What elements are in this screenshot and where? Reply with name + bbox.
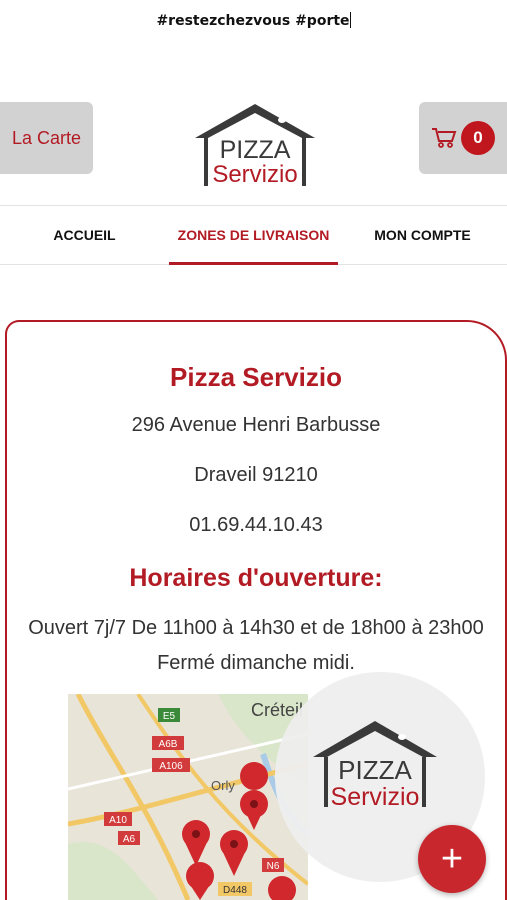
road-label-d448: D448 (223, 885, 247, 896)
restaurant-phone[interactable]: 01.69.44.10.43 (7, 514, 505, 537)
logo-text-top: PIZZA (220, 136, 291, 164)
tab-zones-de-livraison-label: ZONES DE LIVRAISON (177, 227, 330, 243)
plus-icon: + (440, 837, 464, 880)
pizza-servizio-overlay-logo: PIZZA Servizio (313, 721, 437, 811)
restaurant-address: 296 Avenue Henri Barbusse (131, 414, 381, 436)
road-label-a106: A106 (159, 761, 183, 772)
tab-accueil-label: ACCUEIL (53, 227, 116, 243)
overlay-logo-text-top: PIZZA (338, 755, 412, 785)
header: La Carte PIZZA Servizio 0 (0, 100, 507, 192)
menu-button-label: La Carte (11, 127, 82, 148)
restaurant-city: Draveil 91210 (194, 464, 318, 486)
road-label-a6: A6 (123, 834, 136, 845)
main-nav: ACCUEIL ZONES DE LIVRAISON MON COMPTE (0, 205, 507, 265)
pizza-servizio-logo[interactable]: PIZZA Servizio (190, 100, 320, 190)
add-button[interactable]: + (418, 825, 486, 893)
hours-title: Horaires d'ouverture: (129, 564, 383, 592)
tab-mon-compte[interactable]: MON COMPTE (338, 206, 507, 264)
road-label-a6b: A6B (159, 739, 178, 750)
cart-icon (432, 128, 457, 148)
logo-text-bottom: Servizio (212, 161, 297, 188)
text-caret (349, 12, 351, 28)
cart-button[interactable]: 0 (419, 102, 507, 174)
road-label-e5: E5 (163, 711, 176, 722)
road-label-n6: N6 (267, 861, 280, 872)
tab-zones-de-livraison[interactable]: ZONES DE LIVRAISON (169, 206, 338, 265)
overlay-logo-text-bottom: Servizio (331, 783, 420, 811)
hashtag-text: #restezchezvous #porte (156, 13, 350, 29)
delivery-zone-map[interactable]: Créteil Orly E5 A6B A106 A10 A6 N6 D448 (68, 694, 308, 900)
tab-accueil[interactable]: ACCUEIL (0, 206, 169, 264)
map-canvas: Créteil Orly E5 A6B A106 A10 A6 N6 D448 (68, 694, 308, 900)
hours-line-1: Ouvert 7j/7 De 11h00 à 14h30 et de 18h00… (28, 617, 484, 639)
hours-line-2: Fermé dimanche midi. (157, 652, 355, 674)
menu-button[interactable]: La Carte (0, 102, 93, 174)
road-label-a10: A10 (109, 815, 127, 826)
cart-count-badge: 0 (461, 121, 495, 155)
tab-mon-compte-label: MON COMPTE (374, 227, 471, 243)
map-town-label: Orly (211, 778, 235, 793)
hashtag-banner: #restezchezvous #porte (0, 12, 507, 29)
restaurant-name: Pizza Servizio (170, 362, 342, 392)
